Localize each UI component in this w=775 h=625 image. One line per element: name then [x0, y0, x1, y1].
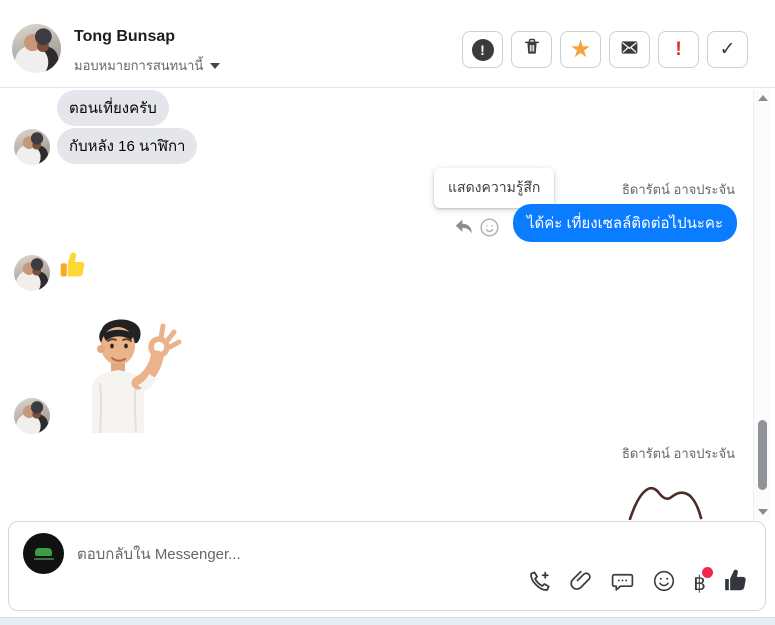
like-thumb-icon: [723, 568, 749, 599]
paperclip-icon: [569, 569, 593, 598]
outgoing-message-bubble[interactable]: ได้ค่ะ เที่ยงเซลล์ติดต่อไปนะคะ: [512, 204, 737, 242]
trash-icon: [522, 37, 542, 62]
customer-name-label: ธิดารัตน์ อาจประจัน: [621, 182, 735, 197]
scroll-down-arrow[interactable]: [758, 509, 768, 515]
assign-conversation-label: มอบหมายการสนทนานี้: [74, 58, 204, 73]
chat-dots-icon: [610, 569, 635, 599]
attached-drawing-image[interactable]: [626, 479, 722, 520]
incoming-message-bubble[interactable]: ตอนเที่ยงครับ: [57, 90, 169, 126]
assign-conversation-dropdown[interactable]: มอบหมายการสนทนานี้: [74, 55, 221, 76]
check-icon: ✓: [719, 39, 736, 60]
scrollbar-thumb[interactable]: [758, 420, 767, 490]
messenger-conversation-window: Tong Bunsap มอบหมายการสนทนานี้ ! ★ ! ✓ ต…: [0, 0, 775, 625]
page-logo-icon: [35, 547, 52, 556]
message-list: ตอนเที่ยงครับ กับหลัง 16 นาฬิกา แสดงความ…: [0, 89, 752, 520]
phone-plus-icon: [527, 569, 552, 599]
sender-avatar[interactable]: [14, 398, 50, 434]
react-emoji-icon[interactable]: [479, 217, 500, 243]
header-action-bar: ! ★ ! ✓: [462, 31, 748, 68]
thumbs-up-emoji[interactable]: [58, 249, 90, 286]
notification-dot: [702, 566, 713, 578]
composer-toolbar: ฿: [527, 566, 749, 599]
customer-name-label: ธิดารัตน์ อาจประจัน: [621, 446, 735, 461]
sender-avatar[interactable]: [14, 129, 50, 165]
reaction-tooltip: แสดงความรู้สึก: [434, 168, 555, 208]
send-like-button[interactable]: [723, 568, 749, 599]
payment-button[interactable]: ฿: [693, 566, 713, 594]
attach-file-button[interactable]: [569, 569, 593, 598]
exclamation-icon: !: [675, 38, 682, 60]
mark-unread-button[interactable]: [609, 31, 650, 68]
sender-avatar[interactable]: [14, 255, 50, 291]
contact-avatar[interactable]: [12, 24, 61, 73]
saved-replies-button[interactable]: [610, 569, 635, 599]
create-call-button[interactable]: [527, 569, 552, 599]
mark-spam-button[interactable]: !: [658, 31, 699, 68]
chevron-down-icon: [210, 62, 221, 69]
mark-done-button[interactable]: ✓: [707, 31, 748, 68]
scroll-up-arrow[interactable]: [758, 95, 768, 101]
reply-input[interactable]: [77, 542, 507, 566]
report-button[interactable]: !: [462, 31, 503, 68]
emoji-picker-button[interactable]: [652, 569, 676, 598]
sticker-ok-hand[interactable]: [58, 313, 182, 438]
reply-icon[interactable]: [454, 218, 474, 241]
conversation-header: Tong Bunsap มอบหมายการสนทนานี้ ! ★ ! ✓: [0, 0, 775, 88]
bottom-panel-edge: [0, 617, 775, 625]
flag-follow-up-button[interactable]: ★: [560, 31, 601, 68]
alert-circle-icon: !: [471, 38, 494, 61]
envelope-icon: [619, 37, 640, 63]
chat-scrollbar[interactable]: [753, 90, 770, 520]
page-avatar: [23, 533, 64, 574]
star-icon: ★: [569, 35, 592, 63]
incoming-message-bubble[interactable]: กับหลัง 16 นาฬิกา: [57, 128, 198, 164]
contact-name[interactable]: Tong Bunsap: [74, 28, 175, 46]
delete-button[interactable]: [511, 31, 552, 68]
reply-composer: ฿: [8, 521, 766, 611]
emoji-smile-icon: [652, 569, 676, 598]
